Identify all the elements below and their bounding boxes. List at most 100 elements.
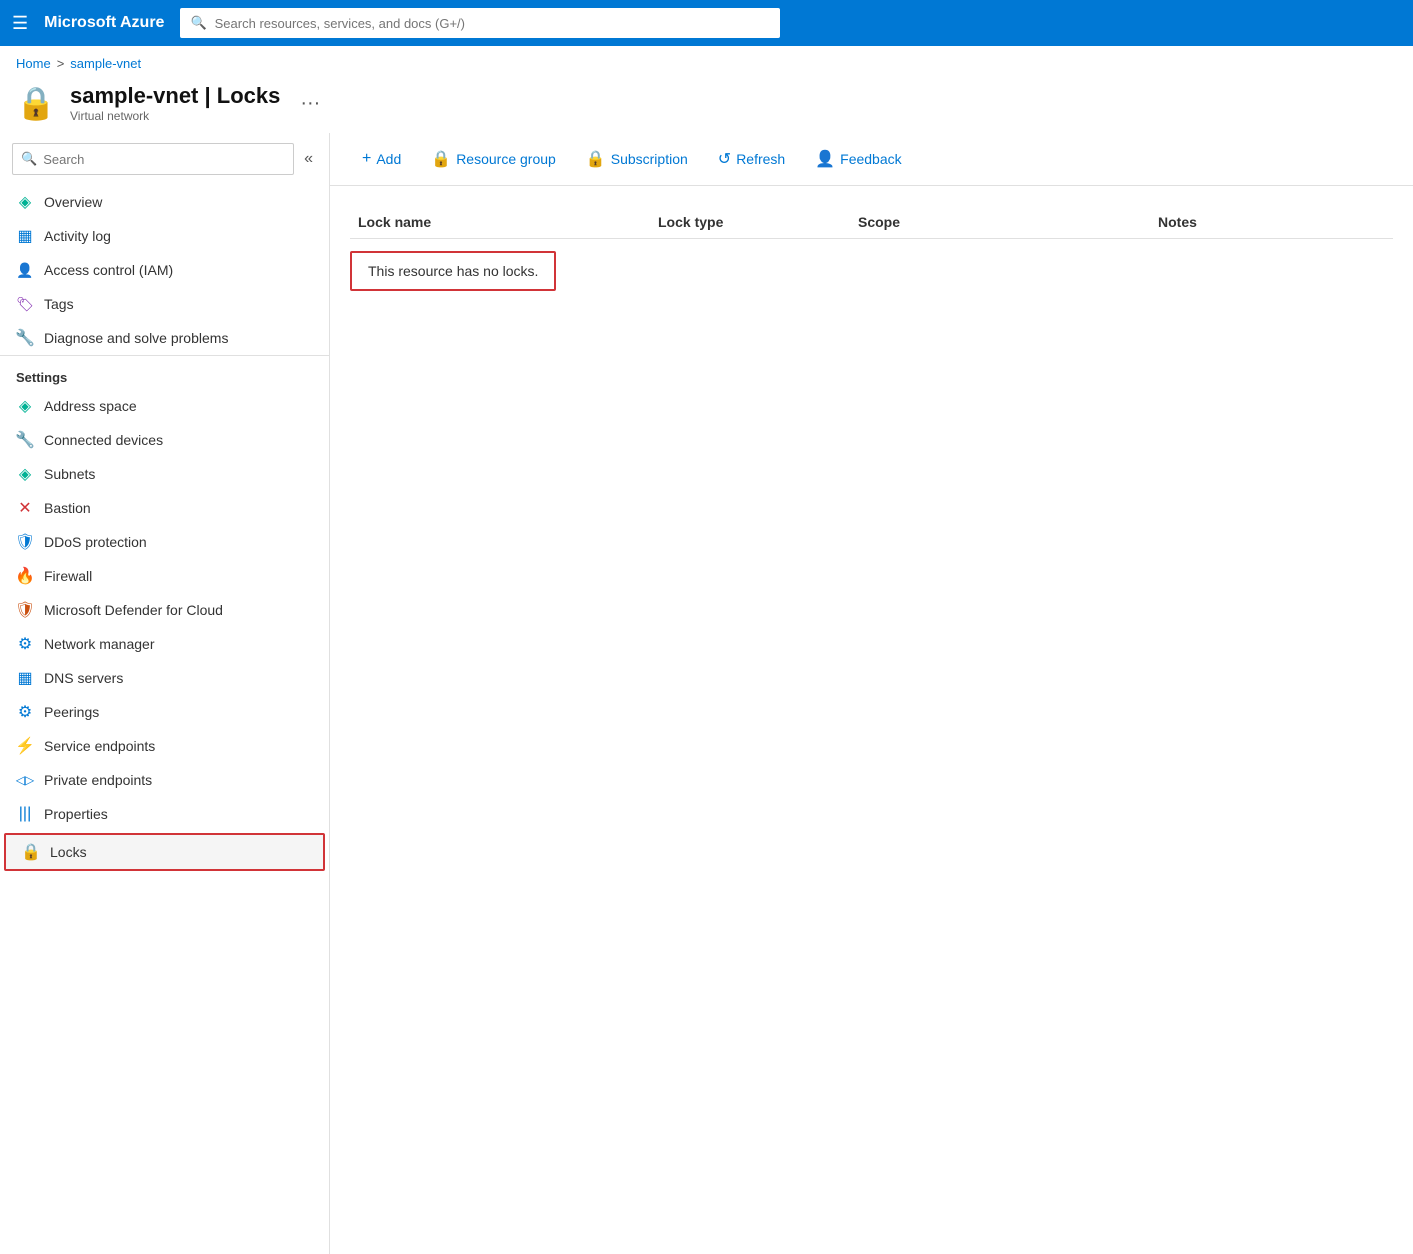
page-header-icon: 🔒 xyxy=(16,83,56,123)
sidebar: 🔍 « ◈ Overview ▦ Activity log 👤 Access c… xyxy=(0,133,330,1254)
sidebar-item-ddos-protection[interactable]: 🛡 DDoS protection xyxy=(0,525,329,559)
search-icon: 🔍 xyxy=(190,15,206,31)
add-button[interactable]: + Add xyxy=(350,144,413,174)
sidebar-item-label: Address space xyxy=(44,398,137,414)
connected-devices-icon: 🔧 xyxy=(16,431,34,449)
sidebar-search-box[interactable]: 🔍 xyxy=(12,143,294,175)
sidebar-item-tags[interactable]: 🏷 Tags xyxy=(0,287,329,321)
breadcrumb-current[interactable]: sample-vnet xyxy=(70,56,141,71)
dns-servers-icon: ▦ xyxy=(16,669,34,687)
col-scope: Scope xyxy=(850,214,1150,230)
refresh-label: Refresh xyxy=(736,151,785,167)
sidebar-item-label: Bastion xyxy=(44,500,91,516)
sidebar-item-bastion[interactable]: ✕ Bastion xyxy=(0,491,329,525)
page-title-block: sample-vnet | Locks Virtual network xyxy=(70,83,280,123)
overview-icon: ◈ xyxy=(16,193,34,211)
feedback-button[interactable]: 👤 Feedback xyxy=(803,143,913,175)
page-header: 🔒 sample-vnet | Locks Virtual network ··… xyxy=(0,77,1413,133)
sidebar-item-label: Connected devices xyxy=(44,432,163,448)
service-endpoints-icon: ⚡ xyxy=(16,737,34,755)
no-locks-text: This resource has no locks. xyxy=(368,263,538,279)
subscription-label: Subscription xyxy=(611,151,688,167)
breadcrumb: Home > sample-vnet xyxy=(0,46,1413,77)
tags-icon: 🏷 xyxy=(16,295,34,313)
content-area: + Add 🔒 Resource group 🔒 Subscription ↺ … xyxy=(330,133,1413,1254)
sidebar-item-label: Service endpoints xyxy=(44,738,155,754)
subnets-icon: ◈ xyxy=(16,465,34,483)
network-manager-icon: ⚙ xyxy=(16,635,34,653)
sidebar-item-label: DNS servers xyxy=(44,670,123,686)
feedback-icon: 👤 xyxy=(815,149,835,169)
col-notes: Notes xyxy=(1150,214,1393,230)
sidebar-item-label: Access control (IAM) xyxy=(44,262,173,278)
diagnose-icon: 🔧 xyxy=(16,329,34,347)
more-options-button[interactable]: ··· xyxy=(300,92,320,115)
top-navigation-bar: ☰ Microsoft Azure 🔍 xyxy=(0,0,1413,46)
sidebar-item-service-endpoints[interactable]: ⚡ Service endpoints xyxy=(0,729,329,763)
page-subtitle: Virtual network xyxy=(70,109,280,123)
breadcrumb-home[interactable]: Home xyxy=(16,56,51,71)
refresh-icon: ↺ xyxy=(718,149,731,169)
no-locks-message-box: This resource has no locks. xyxy=(350,251,556,291)
settings-section-label: Settings xyxy=(0,355,329,389)
sidebar-item-label: Microsoft Defender for Cloud xyxy=(44,602,223,618)
sidebar-item-firewall[interactable]: 🔥 Firewall xyxy=(0,559,329,593)
resource-group-button[interactable]: 🔒 Resource group xyxy=(419,143,568,175)
subscription-button[interactable]: 🔒 Subscription xyxy=(574,143,700,175)
sidebar-item-label: Locks xyxy=(50,844,87,860)
sidebar-item-connected-devices[interactable]: 🔧 Connected devices xyxy=(0,423,329,457)
properties-icon: ||| xyxy=(16,805,34,823)
add-icon: + xyxy=(362,150,371,168)
sidebar-item-label: Tags xyxy=(44,296,74,312)
activity-log-icon: ▦ xyxy=(16,227,34,245)
page-title: sample-vnet | Locks xyxy=(70,83,280,109)
sidebar-item-label: DDoS protection xyxy=(44,534,147,550)
sidebar-item-diagnose[interactable]: 🔧 Diagnose and solve problems xyxy=(0,321,329,355)
sidebar-item-properties[interactable]: ||| Properties xyxy=(0,797,329,831)
feedback-label: Feedback xyxy=(840,151,901,167)
locks-icon: 🔒 xyxy=(22,843,40,861)
sidebar-search-icon: 🔍 xyxy=(21,151,37,167)
address-space-icon: ◈ xyxy=(16,397,34,415)
sidebar-item-subnets[interactable]: ◈ Subnets xyxy=(0,457,329,491)
sidebar-item-label: Private endpoints xyxy=(44,772,152,788)
sidebar-search-row: 🔍 « xyxy=(0,133,329,185)
sidebar-item-label: Network manager xyxy=(44,636,155,652)
bastion-icon: ✕ xyxy=(16,499,34,517)
sidebar-item-ms-defender[interactable]: 🛡 Microsoft Defender for Cloud xyxy=(0,593,329,627)
resource-group-icon: 🔒 xyxy=(431,149,451,169)
sidebar-item-private-endpoints[interactable]: ◁▷ Private endpoints xyxy=(0,763,329,797)
refresh-button[interactable]: ↺ Refresh xyxy=(706,143,797,175)
sidebar-item-label: Peerings xyxy=(44,704,99,720)
azure-logo: Microsoft Azure xyxy=(44,14,164,32)
breadcrumb-separator: > xyxy=(57,56,65,71)
sidebar-item-locks[interactable]: 🔒 Locks xyxy=(4,833,325,871)
firewall-icon: 🔥 xyxy=(16,567,34,585)
sidebar-item-activity-log[interactable]: ▦ Activity log xyxy=(0,219,329,253)
global-search-input[interactable] xyxy=(215,16,771,31)
sidebar-item-label: Subnets xyxy=(44,466,95,482)
main-layout: 🔍 « ◈ Overview ▦ Activity log 👤 Access c… xyxy=(0,133,1413,1254)
sidebar-item-network-manager[interactable]: ⚙ Network manager xyxy=(0,627,329,661)
global-search-bar[interactable]: 🔍 xyxy=(180,8,780,38)
table-header-row: Lock name Lock type Scope Notes xyxy=(350,206,1393,239)
col-lock-type: Lock type xyxy=(650,214,850,230)
sidebar-item-peerings[interactable]: ⚙ Peerings xyxy=(0,695,329,729)
sidebar-item-overview[interactable]: ◈ Overview xyxy=(0,185,329,219)
sidebar-collapse-button[interactable]: « xyxy=(300,146,317,172)
ms-defender-icon: 🛡 xyxy=(16,601,34,619)
sidebar-item-label: Diagnose and solve problems xyxy=(44,330,228,346)
toolbar: + Add 🔒 Resource group 🔒 Subscription ↺ … xyxy=(330,133,1413,186)
hamburger-menu[interactable]: ☰ xyxy=(12,13,28,34)
resource-group-label: Resource group xyxy=(456,151,556,167)
sidebar-item-access-control[interactable]: 👤 Access control (IAM) xyxy=(0,253,329,287)
sidebar-item-label: Firewall xyxy=(44,568,92,584)
col-lock-name: Lock name xyxy=(350,214,650,230)
private-endpoints-icon: ◁▷ xyxy=(16,771,34,789)
sidebar-item-dns-servers[interactable]: ▦ DNS servers xyxy=(0,661,329,695)
peerings-icon: ⚙ xyxy=(16,703,34,721)
sidebar-search-input[interactable] xyxy=(43,152,285,167)
add-label: Add xyxy=(376,151,401,167)
sidebar-item-address-space[interactable]: ◈ Address space xyxy=(0,389,329,423)
lock-icon-large: 🔒 xyxy=(16,84,56,122)
